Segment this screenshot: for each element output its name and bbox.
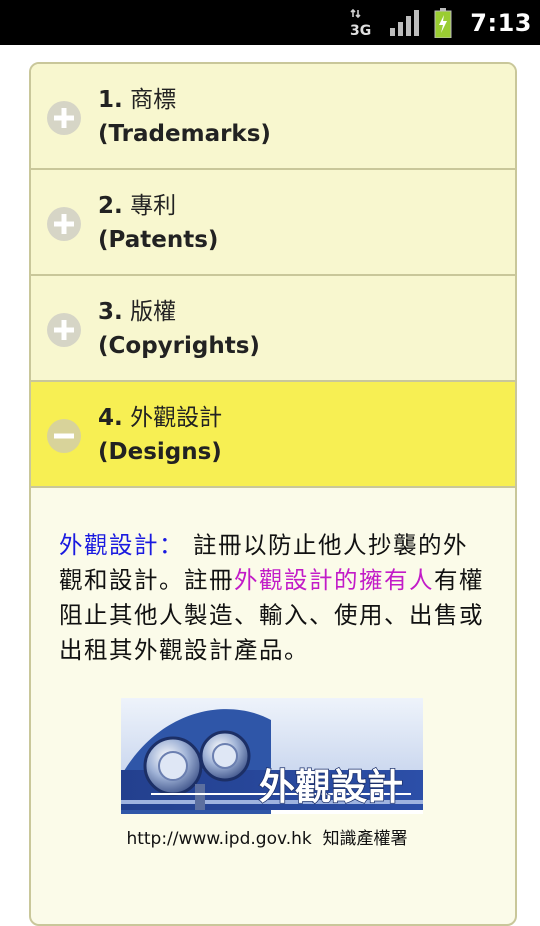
section-number: 3.: [98, 299, 123, 325]
section-title-zh: 外觀設計: [130, 405, 223, 431]
logo-text: 外觀設計: [259, 767, 403, 808]
collapse-minus-icon[interactable]: [46, 418, 82, 454]
svg-text:3G: 3G: [350, 23, 371, 38]
caption-url: http://www.ipd.gov.hk: [126, 829, 312, 849]
caption-org: 知識產權署: [322, 829, 408, 849]
section-copyrights-title: 3. 版權 (Copyrights): [98, 295, 260, 363]
section-patents-header[interactable]: 2. 專利 (Patents): [31, 170, 515, 276]
signal-strength-icon: [390, 9, 420, 36]
designs-owner-term: 外觀設計的擁有人: [234, 566, 434, 594]
network-3g-icon: 3G: [350, 8, 372, 38]
section-number: 1.: [98, 87, 123, 113]
designs-description: 外觀設計： 註冊以防止他人抄襲的外觀和設計。註冊外觀設計的擁有人有權阻止其他人製…: [59, 528, 489, 668]
section-title-en: (Trademarks): [98, 121, 271, 147]
expand-plus-icon[interactable]: [46, 206, 82, 242]
designs-logo: 外觀設計: [121, 698, 423, 814]
section-title-en: (Patents): [98, 227, 219, 253]
status-bar: 3G 7:13: [0, 0, 540, 45]
section-trademarks-header[interactable]: 1. 商標 (Trademarks): [31, 64, 515, 170]
section-trademarks-title: 1. 商標 (Trademarks): [98, 83, 271, 151]
section-title-en: (Copyrights): [98, 333, 260, 359]
section-designs-title: 4. 外觀設計 (Designs): [98, 401, 222, 469]
expand-plus-icon[interactable]: [46, 100, 82, 136]
section-title-zh: 專利: [130, 193, 177, 219]
section-number: 2.: [98, 193, 123, 219]
expand-plus-icon[interactable]: [46, 312, 82, 348]
section-title-zh: 商標: [130, 87, 177, 113]
section-designs-content: 外觀設計： 註冊以防止他人抄襲的外觀和設計。註冊外觀設計的擁有人有權阻止其他人製…: [31, 488, 515, 849]
battery-charging-icon: [434, 7, 452, 38]
section-patents-title: 2. 專利 (Patents): [98, 189, 218, 257]
ip-accordion: 1. 商標 (Trademarks) 2. 專利 (Patents) 3. 版權…: [29, 62, 517, 926]
section-title-en: (Designs): [98, 439, 222, 465]
logo-caption: http://www.ipd.gov.hk 知識產權署: [59, 824, 489, 849]
section-title-zh: 版權: [130, 299, 177, 325]
designs-term: 外觀設計：: [59, 531, 184, 559]
status-icons: 3G 7:13: [350, 0, 532, 45]
section-copyrights-header[interactable]: 3. 版權 (Copyrights): [31, 276, 515, 382]
section-number: 4.: [98, 405, 123, 431]
page: 1. 商標 (Trademarks) 2. 專利 (Patents) 3. 版權…: [0, 45, 540, 926]
section-designs-header[interactable]: 4. 外觀設計 (Designs): [31, 382, 515, 488]
clock: 7:13: [470, 8, 532, 37]
